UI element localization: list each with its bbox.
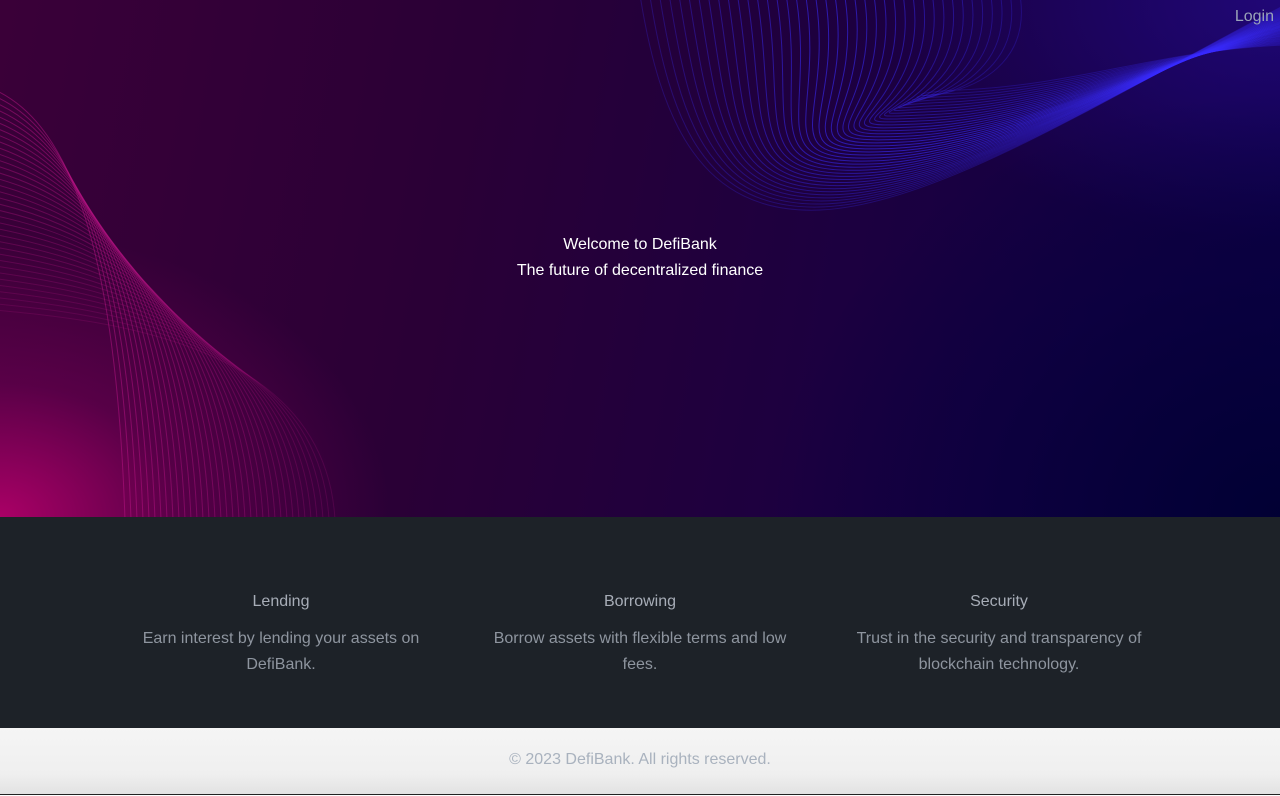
feature-security: Security Trust in the security and trans… <box>839 591 1159 678</box>
feature-description: Trust in the security and transparency o… <box>856 630 1142 673</box>
wave-line <box>0 91 126 517</box>
wave-line <box>0 291 318 517</box>
wave-line <box>786 0 1280 165</box>
feature-lending: Lending Earn interest by lending your as… <box>121 591 441 678</box>
wave-line <box>0 135 168 517</box>
wave-line <box>727 0 1280 183</box>
wave-line <box>708 0 1280 190</box>
page: Login Welcome to DefiBank The future of … <box>0 0 1280 796</box>
features-section: Lending Earn interest by lending your as… <box>0 517 1280 728</box>
wave-line <box>0 309 336 517</box>
wave-line <box>659 0 1280 205</box>
wave-line <box>0 104 138 517</box>
hero-section: Login Welcome to DefiBank The future of … <box>0 0 1280 517</box>
wave-line <box>757 0 1280 174</box>
hero-title: Welcome to DefiBank <box>563 236 717 253</box>
wave-line <box>689 0 1280 196</box>
feature-description: Earn interest by lending your assets on … <box>142 630 420 673</box>
feature-description: Borrow assets with flexible terms and lo… <box>493 630 787 673</box>
feature-title: Security <box>970 593 1028 610</box>
feature-title: Borrowing <box>603 593 677 610</box>
wave-line <box>640 0 1280 211</box>
login-link[interactable]: Login <box>1235 8 1274 26</box>
feature-borrowing: Borrowing Borrow assets with flexible te… <box>480 591 800 678</box>
hero-subtitle: The future of decentralized finance <box>516 262 764 279</box>
wave-line <box>0 178 210 517</box>
copyright-text: © 2023 DefiBank. All rights reserved. <box>509 751 771 768</box>
wave-line <box>0 172 204 517</box>
wave-line <box>766 0 1280 171</box>
footer: © 2023 DefiBank. All rights reserved. <box>0 728 1280 795</box>
wave-line <box>0 284 312 517</box>
hero-text-block: Welcome to DefiBank The future of decent… <box>0 232 1280 284</box>
feature-title: Lending <box>252 593 310 610</box>
wave-line <box>0 141 174 517</box>
